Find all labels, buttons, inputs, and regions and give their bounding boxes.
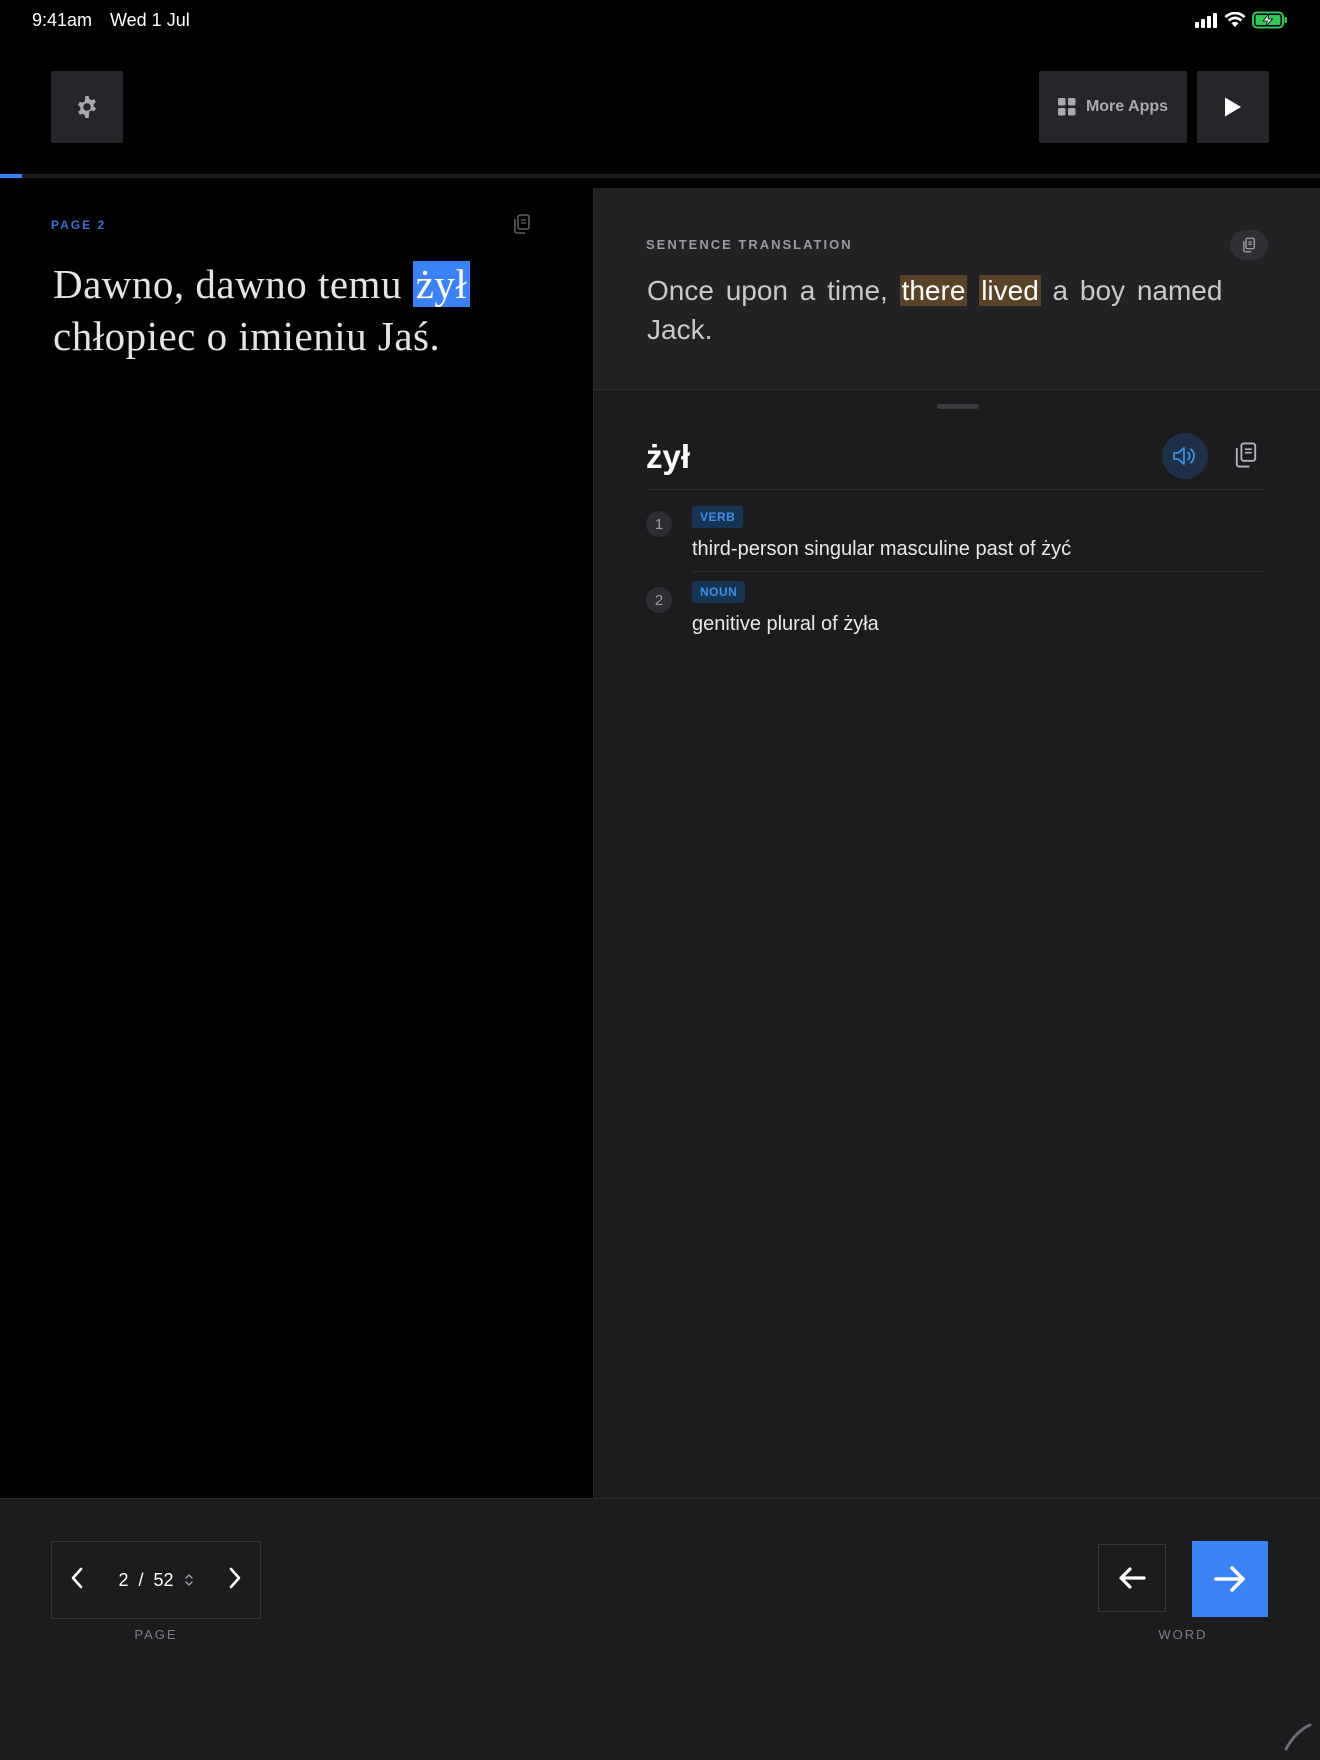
up-down-chevron-icon: [184, 1573, 193, 1587]
total-pages: 52: [153, 1569, 174, 1590]
copy-word-button[interactable]: [1232, 440, 1260, 475]
copy-source-button[interactable]: [510, 212, 534, 241]
previous-page-button[interactable]: [70, 1567, 84, 1594]
sentence-translation-box: SENTENCE TRANSLATION Once upon a time, t…: [594, 188, 1320, 390]
copy-icon: [1243, 237, 1255, 253]
speaker-icon: [1173, 447, 1195, 465]
status-date: Wed 1 Jul: [110, 10, 190, 30]
status-time: 9:41am: [32, 10, 93, 30]
word-caption: WORD: [1158, 1627, 1208, 1642]
pronounce-button[interactable]: [1162, 433, 1208, 479]
definition-text: third-person singular masculine past of …: [692, 538, 1072, 560]
entry-divider: [692, 571, 1266, 572]
page-label: PAGE 2: [51, 218, 107, 232]
more-apps-label: More Apps: [1085, 98, 1169, 115]
signal-icon: [1195, 13, 1217, 28]
next-word-button[interactable]: [1192, 1541, 1268, 1617]
grid-icon: [1057, 98, 1076, 116]
translation-text-before: Once upon a time,: [647, 275, 900, 306]
translation-pane: SENTENCE TRANSLATION Once upon a time, t…: [593, 188, 1320, 1498]
play-button[interactable]: [1197, 71, 1269, 143]
selected-word[interactable]: żył: [412, 261, 471, 307]
gear-icon: [78, 96, 96, 118]
arrow-right-icon: [1214, 1566, 1245, 1592]
previous-word-button[interactable]: [1098, 1544, 1166, 1612]
status-icons: [1194, 11, 1288, 29]
more-apps-button[interactable]: More Apps: [1039, 71, 1187, 143]
next-page-button[interactable]: [228, 1567, 242, 1594]
resize-grip-icon[interactable]: [1282, 1721, 1312, 1751]
status-bar: 9:41am Wed 1 Jul: [0, 0, 1320, 42]
source-sentence: Dawno, dawno temu żył chłopiec o imieniu…: [53, 258, 573, 362]
settings-button[interactable]: [51, 71, 123, 143]
translation-highlight-lived: lived: [979, 275, 1041, 306]
definition-text: genitive plural of żyła: [692, 613, 879, 635]
dictionary-headword: żył: [646, 438, 691, 475]
source-text-after: chłopiec o imieniu Jaś.: [53, 313, 441, 359]
translation-label: SENTENCE TRANSLATION: [646, 237, 853, 252]
page-caption: PAGE: [134, 1627, 178, 1642]
arrow-left-icon: [1119, 1567, 1146, 1589]
source-text-pane: PAGE 2 Dawno, dawno temu żył chłopiec o …: [0, 178, 593, 1498]
translation-highlight-there: there: [899, 275, 968, 306]
source-text-before: Dawno, dawno temu: [53, 261, 413, 307]
chevron-left-icon: [71, 1567, 83, 1588]
page-separator: /: [138, 1569, 144, 1590]
drag-handle[interactable]: [937, 404, 979, 409]
bottom-navigation-bar: 2 / 52 PAGE WORD: [0, 1498, 1320, 1760]
page-selector[interactable]: 2 / 52: [118, 1570, 193, 1591]
pos-badge-noun: NOUN: [692, 581, 746, 603]
copy-icon: [514, 214, 530, 234]
pos-badge-verb: VERB: [692, 506, 744, 528]
copy-translation-button[interactable]: [1230, 230, 1268, 260]
dictionary-divider: [646, 489, 1266, 490]
definition-number: 2: [646, 587, 672, 613]
definition-number: 1: [646, 511, 672, 537]
chevron-right-icon: [229, 1567, 241, 1588]
play-icon: [1225, 97, 1241, 117]
current-page: 2: [118, 1569, 129, 1590]
page-stepper: 2 / 52: [51, 1541, 261, 1619]
wifi-icon: [1224, 12, 1246, 27]
copy-icon: [1235, 442, 1257, 468]
translation-sentence: Once upon a time, there lived a boy name…: [647, 271, 1267, 349]
battery-charging-icon: [1252, 11, 1287, 29]
